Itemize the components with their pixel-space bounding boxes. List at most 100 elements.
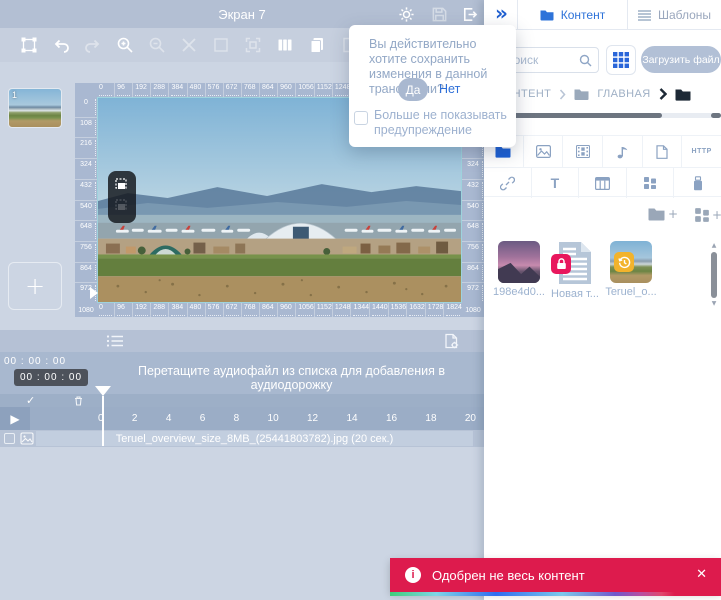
hscroll-thumb[interactable] (497, 113, 662, 118)
exit-icon[interactable] (461, 6, 478, 23)
ruler-tick: 1248 (333, 303, 351, 317)
ruler-tick: 864 (462, 263, 484, 283)
dont-show-again-checkbox[interactable] (354, 111, 368, 125)
filter-audio[interactable] (602, 136, 642, 167)
search-input[interactable] (505, 49, 580, 71)
filter-usb[interactable] (673, 168, 721, 198)
library-item-image[interactable]: 198e4d0... (492, 241, 546, 298)
ruler-tick: 1536 (389, 303, 407, 317)
playhead-line[interactable] (102, 396, 104, 446)
ruler-tick: 96 (115, 83, 132, 97)
add-widget-button[interactable]: + (694, 207, 721, 223)
checkbox-label: Больше не показывать предупреждение (374, 108, 512, 138)
app-root: Экран 7 1 + (0, 0, 721, 600)
filter-widgets[interactable] (626, 168, 674, 198)
zoom-out-icon[interactable] (148, 36, 166, 54)
ruler-tick: 756 (462, 242, 484, 262)
ruler-tick: 0 (97, 303, 114, 317)
rectangle-tool-icon[interactable] (212, 36, 230, 54)
delete-selection-icon[interactable] (180, 36, 198, 54)
view-grid-button[interactable] (606, 45, 636, 75)
ruler-tick: 864 (260, 303, 277, 317)
playlist-icon[interactable] (106, 334, 124, 348)
ruler-tick: 672 (224, 83, 241, 97)
dialog-message: Вы действительно хотите сохранить измене… (369, 37, 505, 97)
no-button[interactable]: Нет (439, 82, 460, 96)
grid-columns-icon[interactable] (276, 36, 294, 54)
timeline-header (0, 330, 484, 352)
grid-view-icon (613, 52, 629, 68)
fit-screen-icon[interactable] (244, 36, 262, 54)
upload-file-button[interactable]: Загрузить файл (641, 46, 721, 73)
filter-tables[interactable] (578, 168, 626, 198)
ruler-tick: 768 (242, 83, 259, 97)
scroll-up-icon[interactable]: ▲ (710, 243, 718, 249)
ruler-tick: 192 (133, 303, 150, 317)
redo-icon[interactable] (84, 36, 102, 54)
ruler-corner-bottom-right: 1080 (462, 303, 484, 317)
filter-videos[interactable] (562, 136, 602, 167)
document-settings-icon[interactable] (444, 333, 459, 349)
timeline-track-row: Teruel_overview_size_8MB_(25441803782).j… (0, 430, 484, 447)
widgets-plus-icon (694, 207, 710, 223)
hscroll-nub[interactable] (711, 113, 721, 118)
ruler-tick: 1152 (315, 83, 332, 97)
ruler-tick: 1728 (426, 303, 444, 317)
filter-documents[interactable] (642, 136, 682, 167)
slide-number-badge: 1 (12, 90, 17, 100)
ruler-tick: 192 (133, 83, 150, 97)
current-folder-icon (675, 88, 691, 101)
tab-templates[interactable]: Шаблоны (628, 0, 721, 30)
second-tick: 2 (132, 413, 138, 424)
ruler-tick: 1440 (370, 303, 388, 317)
filter-images[interactable] (523, 136, 563, 167)
ruler-tick: 432 (75, 180, 97, 200)
breadcrumb-folder[interactable]: ГЛАВНАЯ (597, 88, 650, 100)
undo-icon[interactable] (52, 36, 70, 54)
timeline-controls-row: ✓ (0, 394, 484, 407)
pending-clock-badge-icon (614, 252, 634, 272)
second-tick: 4 (166, 413, 172, 424)
transform-tool-icon[interactable] (20, 36, 38, 54)
audio-track-zone[interactable]: 00 : 00 : 00 00 : 00 : 00 Перетащите ауд… (0, 352, 484, 394)
toast-message: Одобрен не весь контент (432, 568, 585, 583)
tab-content[interactable]: Контент (517, 0, 628, 30)
send-backward-icon[interactable] (115, 199, 129, 212)
second-tick: 12 (307, 413, 318, 424)
copy-icon[interactable] (308, 36, 326, 54)
second-tick: 8 (234, 413, 240, 424)
ruler-tick: 648 (462, 221, 484, 241)
ruler-tick: 864 (260, 83, 277, 97)
bring-forward-icon[interactable] (115, 178, 129, 191)
settings-gear-icon[interactable] (398, 6, 415, 23)
filter-http[interactable]: HTTP (681, 136, 721, 167)
chevron-right-icon (659, 88, 667, 100)
ruler-tick: 1632 (407, 303, 425, 317)
zoom-in-icon[interactable] (116, 36, 134, 54)
save-icon[interactable] (431, 6, 448, 23)
add-folder-button[interactable]: + (648, 207, 678, 221)
scroll-down-icon[interactable]: ▼ (710, 301, 718, 307)
play-button[interactable]: ▶ (0, 407, 30, 430)
folder-icon (540, 9, 554, 21)
yes-button[interactable]: Да (398, 78, 428, 101)
filter-text[interactable]: T (531, 168, 579, 198)
ruler-marker-icon[interactable] (90, 287, 98, 299)
library-item-locked-doc[interactable]: Новая т... (548, 241, 602, 300)
playhead-handle[interactable] (95, 386, 111, 396)
vscroll-thumb[interactable] (711, 252, 717, 298)
library-item-pending[interactable]: Teruel_o... (604, 241, 658, 298)
ruler-tick: 1824 (444, 303, 462, 317)
ruler-tick: 0 (75, 97, 97, 117)
vertical-scrollbar[interactable]: ▲ ▼ (710, 243, 718, 307)
filter-links[interactable] (484, 168, 531, 198)
track-checkbox[interactable] (4, 433, 15, 444)
close-icon[interactable]: ✕ (696, 567, 707, 582)
slide-1-thumbnail[interactable]: 1 (8, 88, 62, 128)
ruler-tick: 288 (151, 303, 168, 317)
trash-icon[interactable] (74, 396, 83, 406)
horizontal-scrollbar[interactable] (497, 113, 721, 118)
ruler-tick: 576 (206, 303, 223, 317)
add-slide-button[interactable]: + (8, 262, 62, 310)
apply-check-icon[interactable]: ✓ (26, 394, 35, 407)
